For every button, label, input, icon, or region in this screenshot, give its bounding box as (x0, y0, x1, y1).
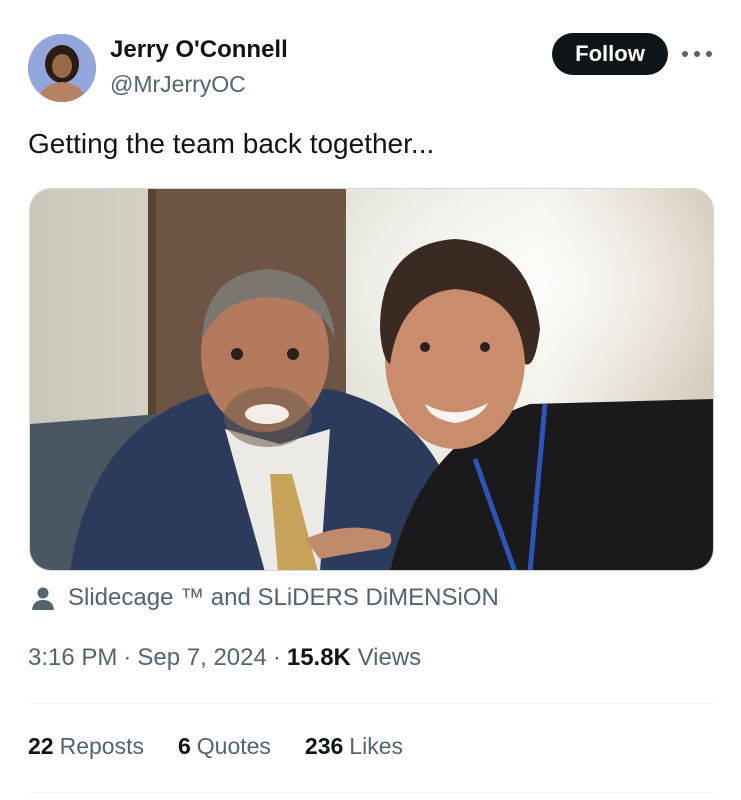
tweet-meta: 3:16 PM · Sep 7, 2024 · 15.8K Views (28, 644, 421, 672)
separator: · (123, 644, 132, 671)
author-handle[interactable]: @MrJerryOC (110, 71, 246, 98)
avatar[interactable] (28, 34, 96, 102)
engagement-stats: 22 Reposts 6 Quotes 236 Likes (28, 733, 403, 760)
separator: · (272, 644, 281, 671)
more-dots-icon[interactable] (682, 42, 712, 66)
likes-stat[interactable]: 236 Likes (305, 733, 403, 760)
tagged-people[interactable]: Slidecage ™ and SLiDERS DiMENSiON (30, 583, 499, 613)
tweet-photo[interactable] (29, 188, 714, 571)
divider (28, 792, 714, 793)
tweet-time[interactable]: 3:16 PM (28, 644, 117, 671)
quotes-stat[interactable]: 6 Quotes (178, 733, 271, 760)
views-label: Views (357, 644, 422, 671)
photo-content (30, 189, 713, 570)
quotes-count: 6 (177, 733, 191, 759)
tweet-card: Jerry O'Connell @MrJerryOC Follow Gettin… (0, 0, 741, 800)
likes-count: 236 (304, 733, 344, 759)
tagged-people-text: Slidecage ™ and SLiDERS DiMENSiON (68, 584, 499, 611)
person-icon (32, 587, 54, 610)
reposts-stat[interactable]: 22 Reposts (28, 733, 144, 760)
tweet-text: Getting the team back together... (28, 128, 435, 159)
divider (28, 703, 714, 704)
views-count: 15.8K (286, 644, 351, 671)
reposts-count: 22 (28, 733, 54, 759)
tweet-date[interactable]: Sep 7, 2024 (137, 644, 266, 671)
follow-button[interactable]: Follow (552, 33, 668, 75)
quotes-label: Quotes (196, 733, 271, 759)
likes-label: Likes (349, 733, 403, 759)
reposts-label: Reposts (59, 733, 144, 759)
profile-photo (28, 34, 96, 102)
author-display-name[interactable]: Jerry O'Connell (110, 36, 288, 64)
